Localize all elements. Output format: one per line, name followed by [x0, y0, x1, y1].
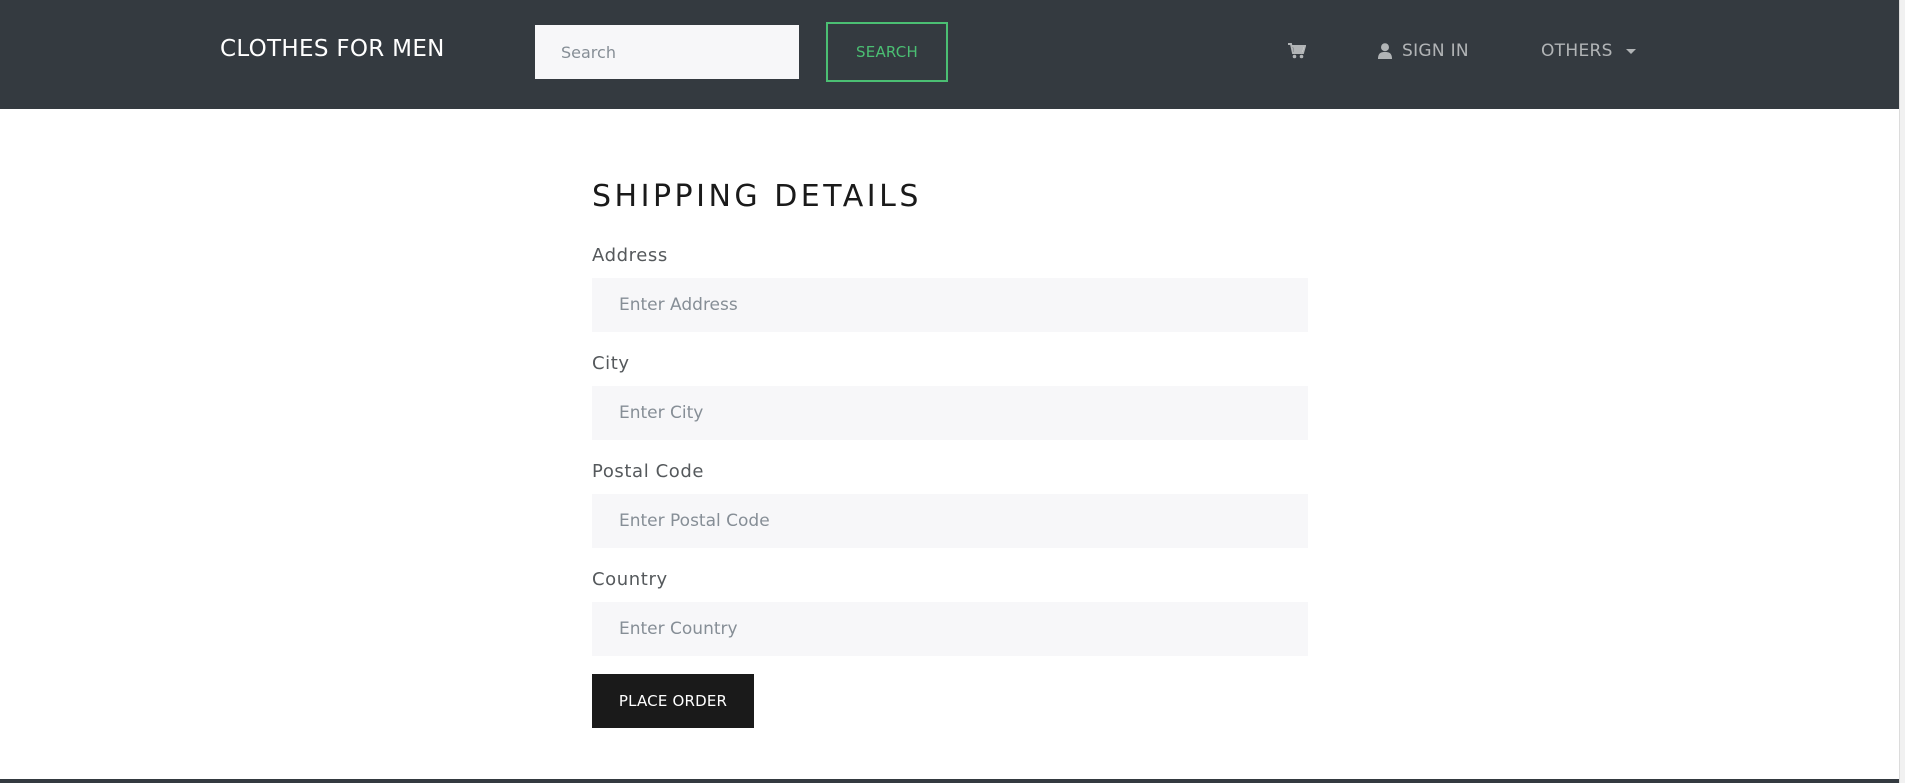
page-scrollbar[interactable] [1899, 0, 1905, 783]
shopping-cart-icon [1288, 43, 1306, 59]
address-input[interactable] [592, 278, 1308, 332]
top-navbar: CLOTHES FOR MEN SEARCH SIGN IN OTHERS [0, 0, 1899, 109]
shipping-form: SHIPPING DETAILS Address City Postal Cod… [592, 109, 1308, 728]
page-title: SHIPPING DETAILS [592, 179, 922, 214]
postal-code-input[interactable] [592, 494, 1308, 548]
footer-edge [0, 779, 1899, 783]
search-button[interactable]: SEARCH [826, 22, 948, 82]
country-input[interactable] [592, 602, 1308, 656]
city-input[interactable] [592, 386, 1308, 440]
caret-down-icon [1625, 48, 1636, 54]
sign-in-label: SIGN IN [1402, 41, 1469, 61]
city-label: City [592, 353, 630, 374]
sign-in-link[interactable]: SIGN IN [1378, 40, 1469, 62]
country-label: Country [592, 569, 668, 590]
others-label: OTHERS [1541, 41, 1613, 61]
place-order-button[interactable]: PLACE ORDER [592, 674, 754, 728]
others-dropdown[interactable]: OTHERS [1541, 40, 1636, 62]
postal-code-label: Postal Code [592, 461, 705, 482]
search-input[interactable] [535, 25, 799, 79]
user-icon [1378, 43, 1392, 59]
cart-link[interactable] [1288, 40, 1306, 62]
brand-logo[interactable]: CLOTHES FOR MEN [220, 36, 445, 62]
address-label: Address [592, 245, 668, 266]
